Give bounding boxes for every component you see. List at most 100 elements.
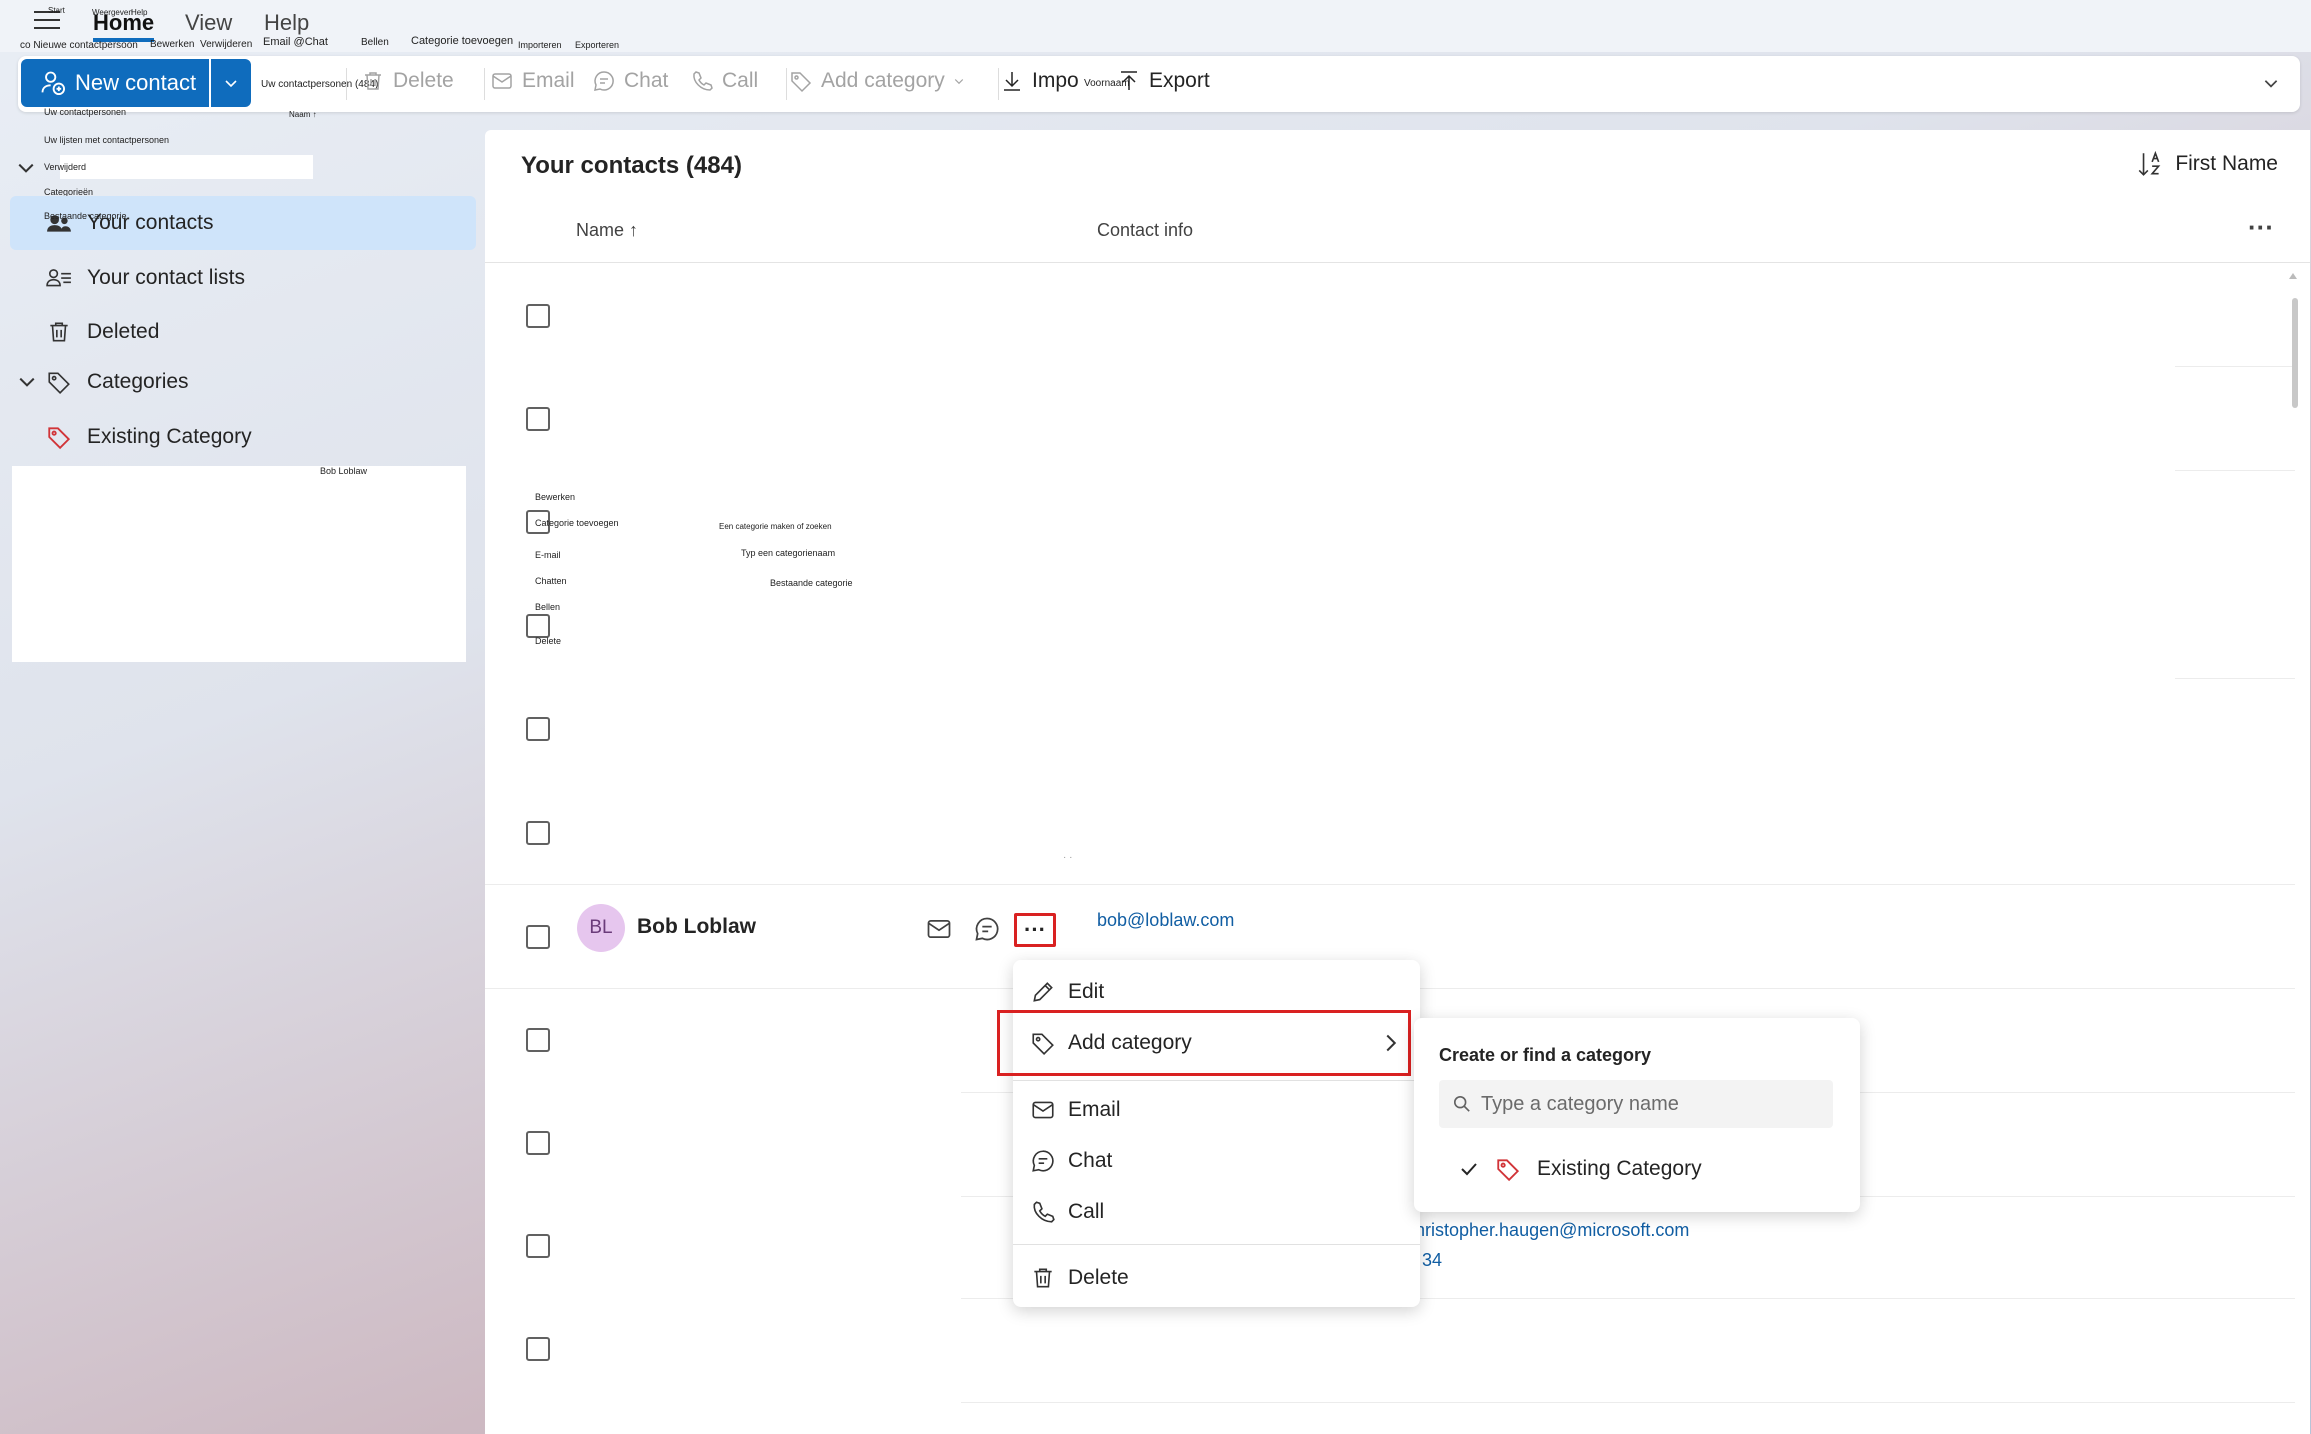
chevron-down-icon — [954, 79, 963, 85]
tiny-label-bewerken: Bewerken — [150, 39, 195, 50]
chat-icon — [594, 71, 614, 91]
sidebar-item-label: Existing Category — [87, 425, 252, 448]
ribbon-collapse-chevron-icon[interactable] — [2262, 74, 2280, 92]
sidebar-item-label: Your contact lists — [87, 266, 245, 289]
row-checkbox[interactable] — [526, 304, 550, 328]
scroll-up-arrow-icon[interactable] — [2288, 272, 2298, 280]
row-checkbox[interactable] — [526, 1028, 550, 1052]
contact-phone-link[interactable]: 34 — [1422, 1250, 1442, 1271]
contact-name[interactable]: Bob Loblaw — [637, 915, 756, 939]
new-contact-label: New contact — [75, 70, 197, 95]
tiny-bestaande-categorie: Bestaande categorie — [770, 578, 853, 588]
phone-icon — [693, 71, 713, 91]
tiny-bob-loblaw: Bob Loblaw — [320, 466, 368, 476]
row-checkbox[interactable] — [526, 407, 550, 431]
top-menu-bar: Start Weergeven Help Home View Help co N… — [0, 0, 2311, 52]
row-checkbox[interactable] — [526, 717, 550, 741]
add-category-highlight-box — [997, 1010, 1411, 1076]
tab-home[interactable]: Home — [93, 10, 155, 42]
chat-button[interactable]: Chat — [592, 69, 668, 93]
tiny-label-importeren: Importeren — [518, 40, 562, 50]
tiny-label-new-contact: co Nieuwe contactpersoon — [20, 40, 138, 51]
import-button[interactable]: Impo — [1000, 69, 1079, 93]
export-button[interactable]: Export — [1117, 69, 1210, 93]
row-checkbox[interactable] — [526, 1131, 550, 1155]
new-contact-dropdown[interactable] — [211, 59, 251, 107]
sidebar-item-your-contacts[interactable]: Your contacts Bestaande categorie — [10, 196, 476, 250]
context-menu-delete[interactable]: Delete — [1013, 1253, 1420, 1303]
add-person-icon — [41, 71, 66, 96]
tiny-email: E-mail — [535, 550, 561, 560]
ribbon-separator — [484, 68, 485, 100]
sidebar-item-existing-category[interactable]: Existing Category — [10, 410, 476, 464]
context-menu-label: Delete — [1068, 1266, 1129, 1289]
tag-red-icon — [1497, 1159, 1520, 1182]
mail-icon[interactable] — [925, 915, 953, 943]
download-icon — [1004, 72, 1020, 91]
scrollbar-thumb[interactable] — [2292, 298, 2298, 408]
chat-icon[interactable] — [973, 915, 1001, 943]
header-divider — [485, 262, 2310, 263]
tiny-uw-contactpersonen: Uw contactpersonen — [44, 107, 127, 117]
add-category-label: Add category — [821, 69, 945, 92]
delete-button[interactable]: Delete — [361, 69, 454, 93]
tab-help[interactable]: Help — [264, 10, 309, 36]
row-divider — [2175, 366, 2295, 367]
category-search-input[interactable] — [1439, 1080, 1833, 1128]
tiny-bellen: Bellen — [535, 602, 561, 612]
row-checkbox[interactable] — [526, 1337, 550, 1361]
tiny-label-bellen: Bellen — [361, 37, 389, 48]
context-menu-email[interactable]: Email — [1013, 1085, 1420, 1135]
tiny-delete: Delete — [535, 636, 562, 646]
search-icon — [1453, 1095, 1470, 1112]
row-checkbox[interactable] — [526, 614, 550, 638]
email-button[interactable]: Email — [490, 69, 575, 93]
add-category-button[interactable]: Add category — [789, 69, 965, 93]
row-checkbox[interactable] — [526, 925, 550, 949]
row-more-actions-button[interactable]: ··· — [1014, 913, 1056, 947]
contact-email-link[interactable]: hristopher.haugen@microsoft.com — [1415, 1220, 1689, 1241]
row-checkbox[interactable] — [526, 1234, 550, 1258]
tiny-naam: Naam ↑ — [289, 110, 317, 119]
tiny-label-email-chat: Email @Chat — [263, 36, 328, 48]
context-menu-call[interactable]: Call — [1013, 1187, 1420, 1237]
sort-label: First Name — [2175, 152, 2278, 175]
chevron-down-icon[interactable] — [18, 375, 36, 389]
tiny-typ: Typ een categorienaam — [741, 548, 836, 558]
column-options-more-icon[interactable]: ··· — [2248, 212, 2274, 243]
sidebar-item-categories[interactable]: Categories — [10, 355, 476, 409]
column-header-name[interactable]: Name ↑ — [576, 220, 638, 241]
menu-separator — [1013, 1244, 1420, 1245]
chevron-down-icon[interactable] — [17, 161, 35, 175]
tiny-maken: Een categorie maken of zoeken — [719, 522, 832, 531]
sidebar-item-your-contact-lists[interactable]: Your contact lists — [10, 251, 476, 305]
call-button[interactable]: Call — [690, 69, 758, 93]
mail-icon — [492, 73, 512, 89]
tiny-label-verwijderen: Verwijderen — [200, 39, 253, 50]
call-label: Call — [722, 69, 759, 92]
context-menu-label: Email — [1068, 1098, 1121, 1121]
email-label: Email — [522, 69, 575, 92]
page-title: Your contacts (484) — [521, 152, 742, 179]
category-submenu: Create or find a category Existing Categ… — [1414, 1018, 1860, 1212]
trash-icon — [1034, 1268, 1052, 1288]
sort-button[interactable]: First Name — [2137, 150, 2278, 178]
chat-icon — [1032, 1150, 1054, 1172]
submenu-existing-category[interactable]: Existing Category — [1439, 1144, 1833, 1194]
tab-view[interactable]: View — [185, 10, 232, 36]
tiny-bestaande: Bestaande categorie — [44, 211, 127, 221]
chevron-down-icon — [225, 80, 237, 88]
row-divider — [2175, 470, 2295, 471]
new-contact-button[interactable]: New contact — [21, 59, 209, 107]
sidebar-item-label: Deleted — [87, 320, 160, 343]
context-menu-chat[interactable]: Chat — [1013, 1136, 1420, 1186]
contact-email-link[interactable]: bob@loblaw.com — [1097, 910, 1234, 931]
phone-icon — [1033, 1201, 1055, 1223]
sidebar-white-overlay: Bob Loblaw — [12, 466, 466, 662]
row-checkbox[interactable] — [526, 821, 550, 845]
sidebar-item-label: Categories — [87, 370, 189, 393]
avatar: BL — [577, 904, 625, 952]
chat-label: Chat — [624, 69, 669, 92]
sidebar-item-deleted[interactable]: Deleted — [10, 305, 476, 359]
column-header-contact-info: Contact info — [1097, 220, 1194, 240]
